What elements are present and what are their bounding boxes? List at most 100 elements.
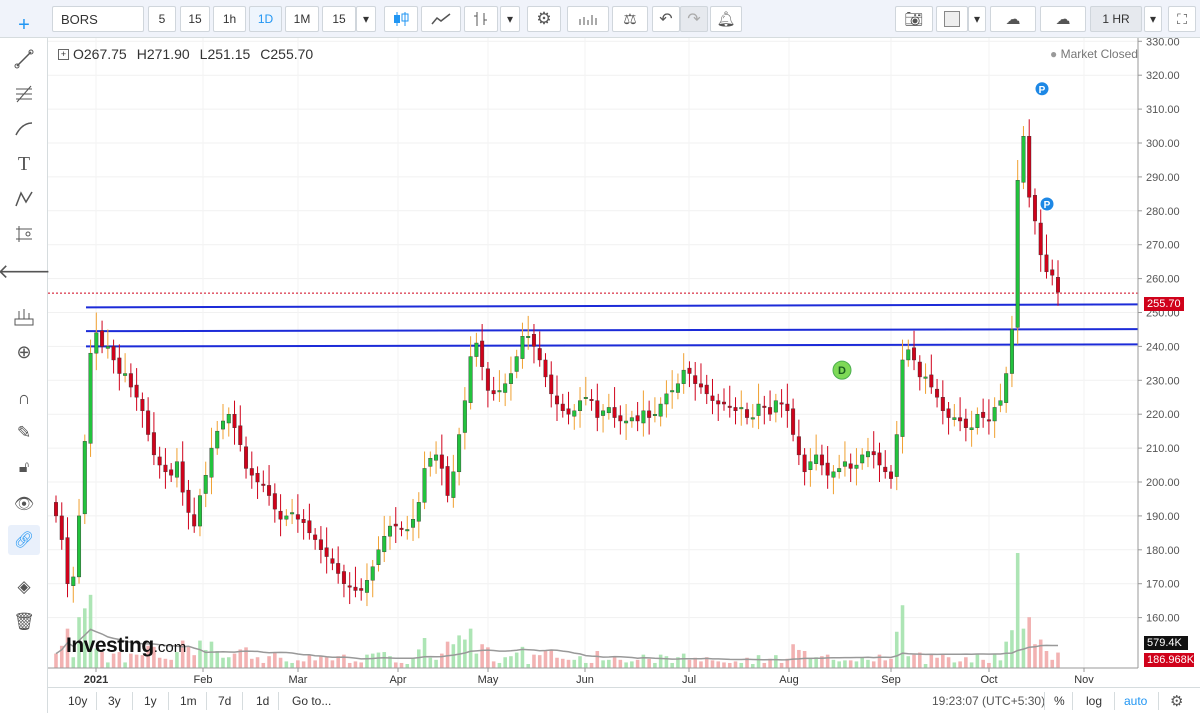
timezone-dropdown[interactable]: ▾ bbox=[1144, 6, 1162, 32]
color-picker-button[interactable] bbox=[936, 6, 968, 32]
candle-body bbox=[77, 515, 82, 578]
price-tick-label: 320.00 bbox=[1146, 70, 1180, 82]
price-chart[interactable]: P P D 160.00 170.00 180.00 190.00 200.00 210.00… bbox=[48, 38, 1200, 687]
goto-button[interactable]: Go to... bbox=[286, 692, 337, 710]
pattern-tool[interactable] bbox=[8, 184, 40, 214]
trendline-tool[interactable] bbox=[8, 44, 40, 74]
volume-bar bbox=[514, 652, 519, 668]
event-markers[interactable]: P P D bbox=[832, 81, 1055, 380]
range-10y[interactable]: 10y bbox=[62, 692, 93, 710]
volume-bar bbox=[198, 640, 202, 668]
load-layout-button[interactable]: ☁ bbox=[990, 6, 1036, 32]
indicators-button[interactable] bbox=[567, 6, 609, 32]
candle-body bbox=[480, 340, 485, 367]
candle-body bbox=[612, 407, 617, 418]
interval-dropdown[interactable]: ▾ bbox=[356, 6, 376, 32]
time-axis[interactable]: 2021 Feb Mar Apr May Jun Jul Aug Sep Oct Nov bbox=[48, 667, 1138, 686]
interval-1m[interactable]: 1M bbox=[285, 6, 319, 32]
candle-body bbox=[549, 374, 554, 395]
candle-body bbox=[894, 434, 899, 477]
candle-body bbox=[474, 342, 479, 357]
gear-icon: ⚙ bbox=[1170, 693, 1184, 710]
save-layout-button[interactable]: ☁ bbox=[1040, 6, 1086, 32]
fullscreen-button[interactable]: ⛶ bbox=[1168, 6, 1196, 32]
range-1m[interactable]: 1m bbox=[174, 692, 203, 710]
separator bbox=[1072, 692, 1073, 710]
interval-1d[interactable]: 1D bbox=[249, 6, 282, 32]
volume-bar bbox=[946, 657, 951, 668]
text-tool[interactable]: T bbox=[8, 149, 40, 179]
interval-5[interactable]: 5 bbox=[148, 6, 176, 32]
collapse-legend-icon[interactable]: + bbox=[58, 48, 69, 60]
log-toggle[interactable]: log bbox=[1080, 692, 1108, 710]
volume-bar bbox=[1033, 644, 1037, 668]
candle-body bbox=[963, 418, 968, 428]
candle-body bbox=[618, 415, 623, 422]
candles-type-button[interactable] bbox=[384, 6, 418, 32]
horizontal-lines[interactable] bbox=[85, 303, 1139, 348]
candle-body bbox=[606, 407, 611, 414]
chart-type-dropdown[interactable]: ▾ bbox=[500, 6, 520, 32]
magnet-tool[interactable]: ∩ bbox=[8, 383, 40, 413]
sync-tool[interactable]: 🔗︎ bbox=[8, 525, 40, 555]
interval-custom[interactable]: 15 bbox=[322, 6, 356, 32]
redo-button[interactable]: ↷ bbox=[680, 6, 708, 32]
candle-body bbox=[163, 464, 168, 473]
volume-bar bbox=[762, 662, 767, 668]
prediction-tool[interactable] bbox=[8, 219, 40, 249]
settings-button[interactable]: ⚙ bbox=[527, 6, 561, 32]
chart-settings-button[interactable]: ⚙ bbox=[1164, 692, 1189, 710]
volume-bar bbox=[664, 656, 669, 668]
lock-tool[interactable]: 🔓︎ bbox=[8, 453, 40, 483]
compare-button[interactable]: ⚖ bbox=[612, 6, 648, 32]
fibonacci-tool[interactable] bbox=[8, 79, 40, 109]
crosshair-tool[interactable]: + bbox=[8, 10, 40, 40]
back-button[interactable]: 🡐 bbox=[0, 256, 51, 286]
candle-body bbox=[255, 472, 260, 483]
candle-body bbox=[341, 571, 346, 584]
measure-tool[interactable] bbox=[8, 302, 40, 332]
price-axis[interactable]: 160.00 170.00 180.00 190.00 200.00 210.00 220.… bbox=[1137, 38, 1200, 678]
timezone-button[interactable]: 1 HR bbox=[1090, 6, 1142, 32]
candle-body bbox=[698, 383, 703, 388]
lock-drawing-tool[interactable]: ✎ bbox=[8, 418, 40, 448]
alert-button[interactable]: 🔔︎ bbox=[710, 6, 742, 32]
volume-bar bbox=[267, 656, 271, 668]
brush-tool[interactable] bbox=[8, 114, 40, 144]
undo-button[interactable]: ↶ bbox=[652, 6, 680, 32]
range-1y[interactable]: 1y bbox=[138, 692, 163, 710]
range-7d[interactable]: 7d bbox=[212, 692, 237, 710]
symbol-input[interactable]: BORS bbox=[52, 6, 144, 32]
open-value: O267.75 bbox=[73, 46, 127, 62]
auto-toggle[interactable]: auto bbox=[1118, 692, 1153, 710]
candle-body bbox=[445, 466, 450, 496]
candle-body bbox=[808, 461, 813, 470]
time-tick-label: Oct bbox=[980, 674, 997, 686]
visibility-tool[interactable]: 👁︎ bbox=[8, 489, 40, 519]
volume-bar bbox=[169, 659, 173, 668]
candle-body bbox=[462, 400, 467, 433]
snapshot-button[interactable]: 📷︎ bbox=[895, 6, 933, 32]
remove-drawings-tool[interactable]: 🗑︎ bbox=[8, 607, 40, 637]
color-dropdown[interactable]: ▾ bbox=[968, 6, 986, 32]
time-tick-label: Jun bbox=[576, 674, 594, 686]
separator bbox=[132, 692, 133, 710]
percent-toggle[interactable]: % bbox=[1048, 692, 1071, 710]
zoom-tool[interactable]: ⊕ bbox=[8, 337, 40, 367]
interval-15[interactable]: 15 bbox=[180, 6, 210, 32]
volume-bar bbox=[808, 657, 813, 668]
range-3y[interactable]: 3y bbox=[102, 692, 127, 710]
volume-bar bbox=[290, 662, 294, 668]
line-type-button[interactable] bbox=[421, 6, 461, 32]
volume-bar bbox=[935, 657, 939, 668]
candle-body bbox=[652, 414, 657, 416]
volume-bar bbox=[751, 664, 755, 668]
interval-1h[interactable]: 1h bbox=[213, 6, 246, 32]
candle-body bbox=[865, 451, 870, 458]
candle-body bbox=[831, 471, 836, 478]
bars-type-button[interactable] bbox=[464, 6, 498, 32]
range-1d[interactable]: 1d bbox=[250, 692, 275, 710]
layers-tool[interactable]: ◈ bbox=[8, 572, 40, 602]
volume-bar bbox=[647, 658, 651, 668]
volume-bar bbox=[618, 659, 623, 668]
